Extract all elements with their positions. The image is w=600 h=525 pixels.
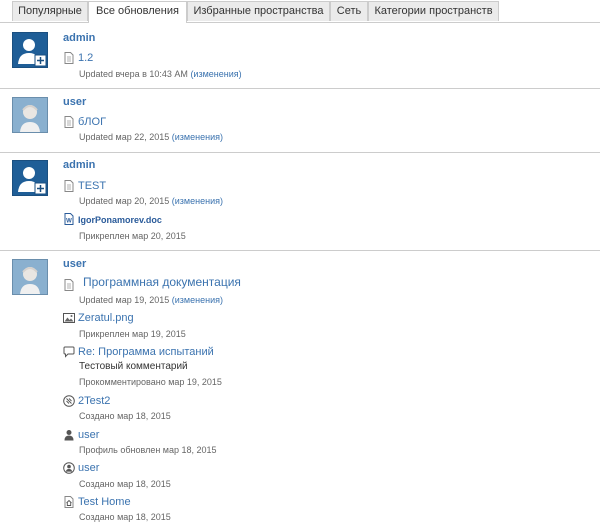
space-icon [63, 395, 75, 407]
tab-favourite-spaces[interactable]: Избранные пространства [187, 1, 330, 21]
activity-user-name[interactable]: admin [63, 32, 95, 44]
meta-text: Updated вчера в 10:43 AM [79, 69, 188, 79]
admin-avatar-icon[interactable] [12, 160, 48, 196]
attachment-link[interactable]: Zeratul.png [78, 312, 134, 324]
update-meta: Updated мар 19, 2015 (изменения) [79, 295, 223, 305]
user-avatar-icon[interactable] [12, 97, 48, 133]
tab-all-updates[interactable]: Все обновления [88, 1, 187, 23]
profile-link[interactable]: user [78, 429, 99, 441]
activity-user-name[interactable]: admin [63, 159, 95, 171]
image-icon [63, 313, 75, 323]
changes-link[interactable]: (изменения) [172, 196, 223, 206]
profile-meta: Профиль обновлен мар 18, 2015 [79, 445, 217, 455]
svg-text:W: W [66, 219, 72, 225]
update-meta: Updated мар 22, 2015 (изменения) [79, 132, 223, 142]
page-link[interactable]: Программная документация [83, 275, 241, 289]
comment-icon [63, 346, 75, 358]
page-icon [64, 180, 74, 192]
created-meta: Создано мар 18, 2015 [79, 479, 171, 489]
user-avatar-icon[interactable] [12, 259, 48, 295]
changes-link[interactable]: (изменения) [172, 132, 223, 142]
divider [0, 152, 600, 153]
personal-space-icon [63, 462, 75, 474]
comment-link[interactable]: Re: Программа испытаний [78, 346, 214, 358]
tab-popular[interactable]: Популярные [12, 1, 88, 21]
home-page-icon [64, 496, 74, 508]
page-link[interactable]: 1.2 [78, 52, 93, 64]
word-doc-icon: W [64, 213, 74, 225]
attached-meta: Прикреплен мар 20, 2015 [79, 231, 186, 241]
attachment-link[interactable]: IgorPonamorev.doc [78, 215, 162, 225]
tab-space-categories[interactable]: Категории пространств [368, 1, 499, 21]
divider [0, 250, 600, 251]
personal-space-link[interactable]: user [78, 462, 99, 474]
attached-meta: Прикреплен мар 19, 2015 [79, 329, 186, 339]
meta-text: Updated мар 22, 2015 [79, 132, 170, 142]
page-icon [64, 116, 74, 128]
commented-meta: Прокомментировано мар 19, 2015 [79, 377, 222, 387]
home-page-link[interactable]: Test Home [78, 496, 131, 508]
admin-avatar-icon[interactable] [12, 32, 48, 68]
page-link[interactable]: TEST [78, 180, 106, 192]
page-link[interactable]: бЛОГ [78, 116, 106, 128]
created-meta: Создано мар 18, 2015 [79, 411, 171, 421]
page-icon [64, 279, 74, 291]
update-meta: Updated мар 20, 2015 (изменения) [79, 196, 223, 206]
space-link[interactable]: 2Test2 [78, 395, 110, 407]
divider [0, 88, 600, 89]
tab-bar: Популярные Все обновления Избранные прос… [0, 0, 600, 23]
tab-network[interactable]: Сеть [330, 1, 368, 21]
comment-text: Тестовый комментарий [79, 361, 188, 372]
created-meta: Создано мар 18, 2015 [79, 512, 171, 522]
profile-icon [64, 430, 74, 441]
update-meta: Updated вчера в 10:43 AM (изменения) [79, 69, 242, 79]
activity-user-name[interactable]: user [63, 258, 86, 270]
meta-text: Updated мар 19, 2015 [79, 295, 170, 305]
changes-link[interactable]: (изменения) [190, 69, 241, 79]
page-icon [64, 52, 74, 64]
activity-user-name[interactable]: user [63, 96, 86, 108]
changes-link[interactable]: (изменения) [172, 295, 223, 305]
meta-text: Updated мар 20, 2015 [79, 196, 170, 206]
